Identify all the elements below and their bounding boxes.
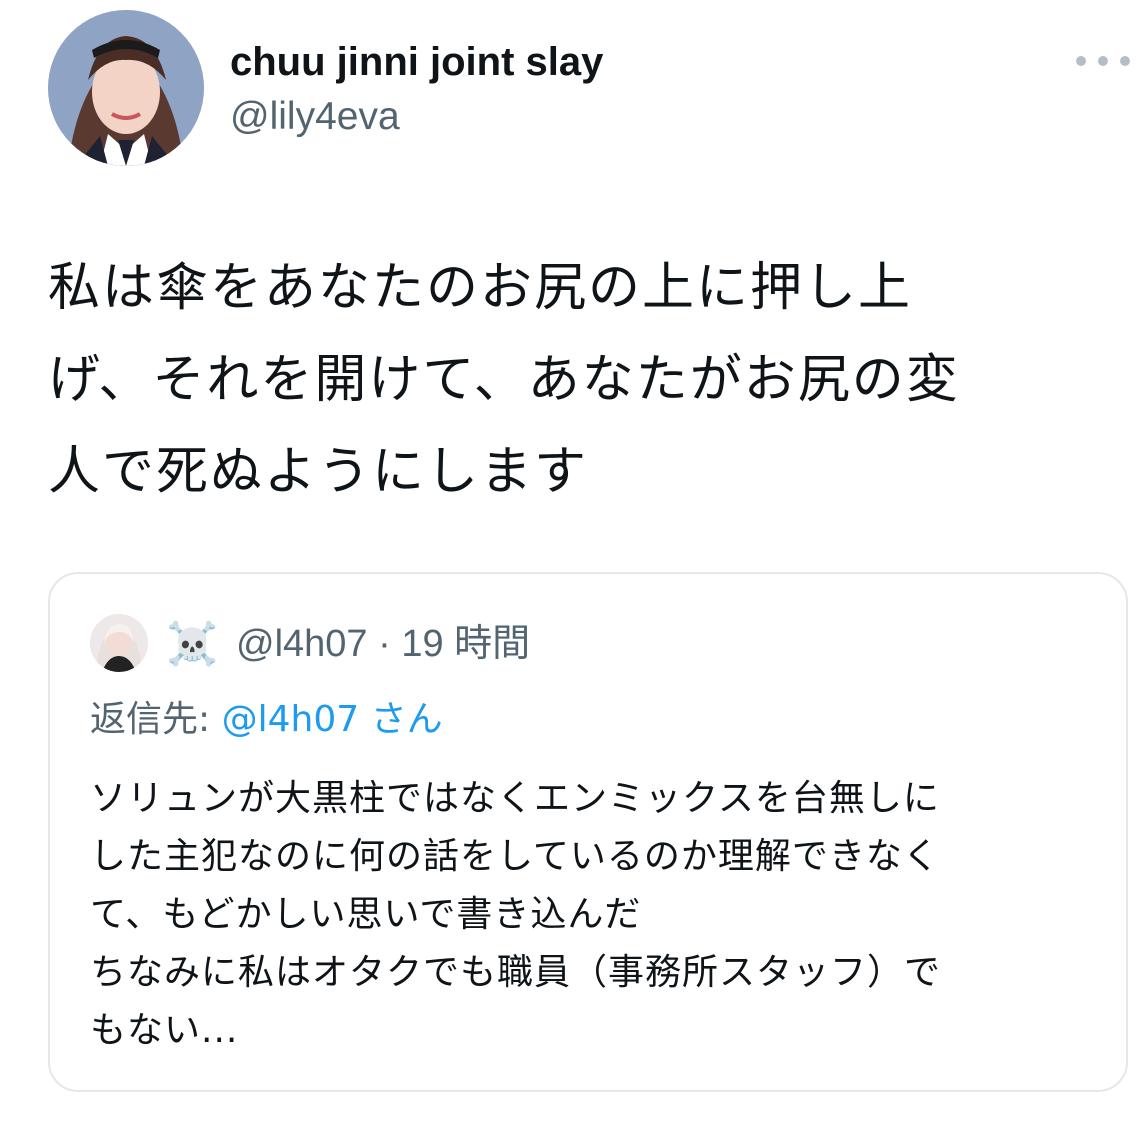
author-handle[interactable]: @lily4eva [230, 94, 400, 140]
reply-context: 返信先: @l4h07 さん [90, 694, 443, 746]
reply-mention-link[interactable]: @l4h07 さん [222, 699, 443, 740]
quoted-author-name: ☠️ [166, 619, 219, 668]
more-options-button[interactable] [1076, 44, 1130, 78]
more-horizontal-icon [1076, 56, 1086, 66]
more-horizontal-icon [1120, 56, 1130, 66]
quoted-tweet-text: ソリュンが大黒柱ではなくエンミックスを台無しに した主犯なのに何の話をしているの… [90, 770, 1100, 1060]
tweet-text-line: 私は傘をあなたのお尻の上に押し上 [48, 258, 913, 318]
meta-separator: · [378, 623, 391, 665]
quoted-text-line: ソリュンが大黒柱ではなくエンミックスを台無しに [90, 778, 940, 819]
quoted-text-line: ちなみに私はオタクでも職員（事務所スタッフ）で [90, 952, 942, 993]
quoted-author-handle: @l4h07 [236, 623, 368, 665]
author-display-name[interactable]: chuu jinni joint slay [230, 38, 603, 86]
tweet: chuu jinni joint slay @lily4eva 私は傘をあなたの… [0, 0, 1147, 1141]
quoted-tweet-card[interactable]: ☠️ @l4h07 · 19 時間 返信先: @l4h07 さん ソリュンが大黒… [48, 572, 1128, 1092]
quoted-meta: @l4h07 · 19 時間 [236, 618, 530, 670]
more-horizontal-icon [1098, 56, 1108, 66]
quoted-author-avatar [90, 614, 148, 672]
author-avatar[interactable] [48, 10, 204, 166]
quoted-text-line: もない... [90, 1010, 239, 1051]
tweet-text-line: げ、それを開けて、あなたがお尻の変 [48, 350, 960, 410]
profile-photo-icon [48, 10, 204, 166]
quoted-text-line: て、もどかしい思いで書き込んだ [90, 894, 642, 935]
quoted-text-line: した主犯なのに何の話をしているのか理解できなく [90, 836, 940, 877]
tweet-text-line: 人で死ぬようにします [48, 442, 589, 502]
profile-photo-icon [90, 614, 148, 672]
reply-prefix: 返信先: [90, 699, 211, 740]
tweet-text: 私は傘をあなたのお尻の上に押し上 げ、それを開けて、あなたがお尻の変 人で死ぬよ… [48, 242, 1118, 518]
quoted-timestamp: 19 時間 [401, 623, 531, 665]
